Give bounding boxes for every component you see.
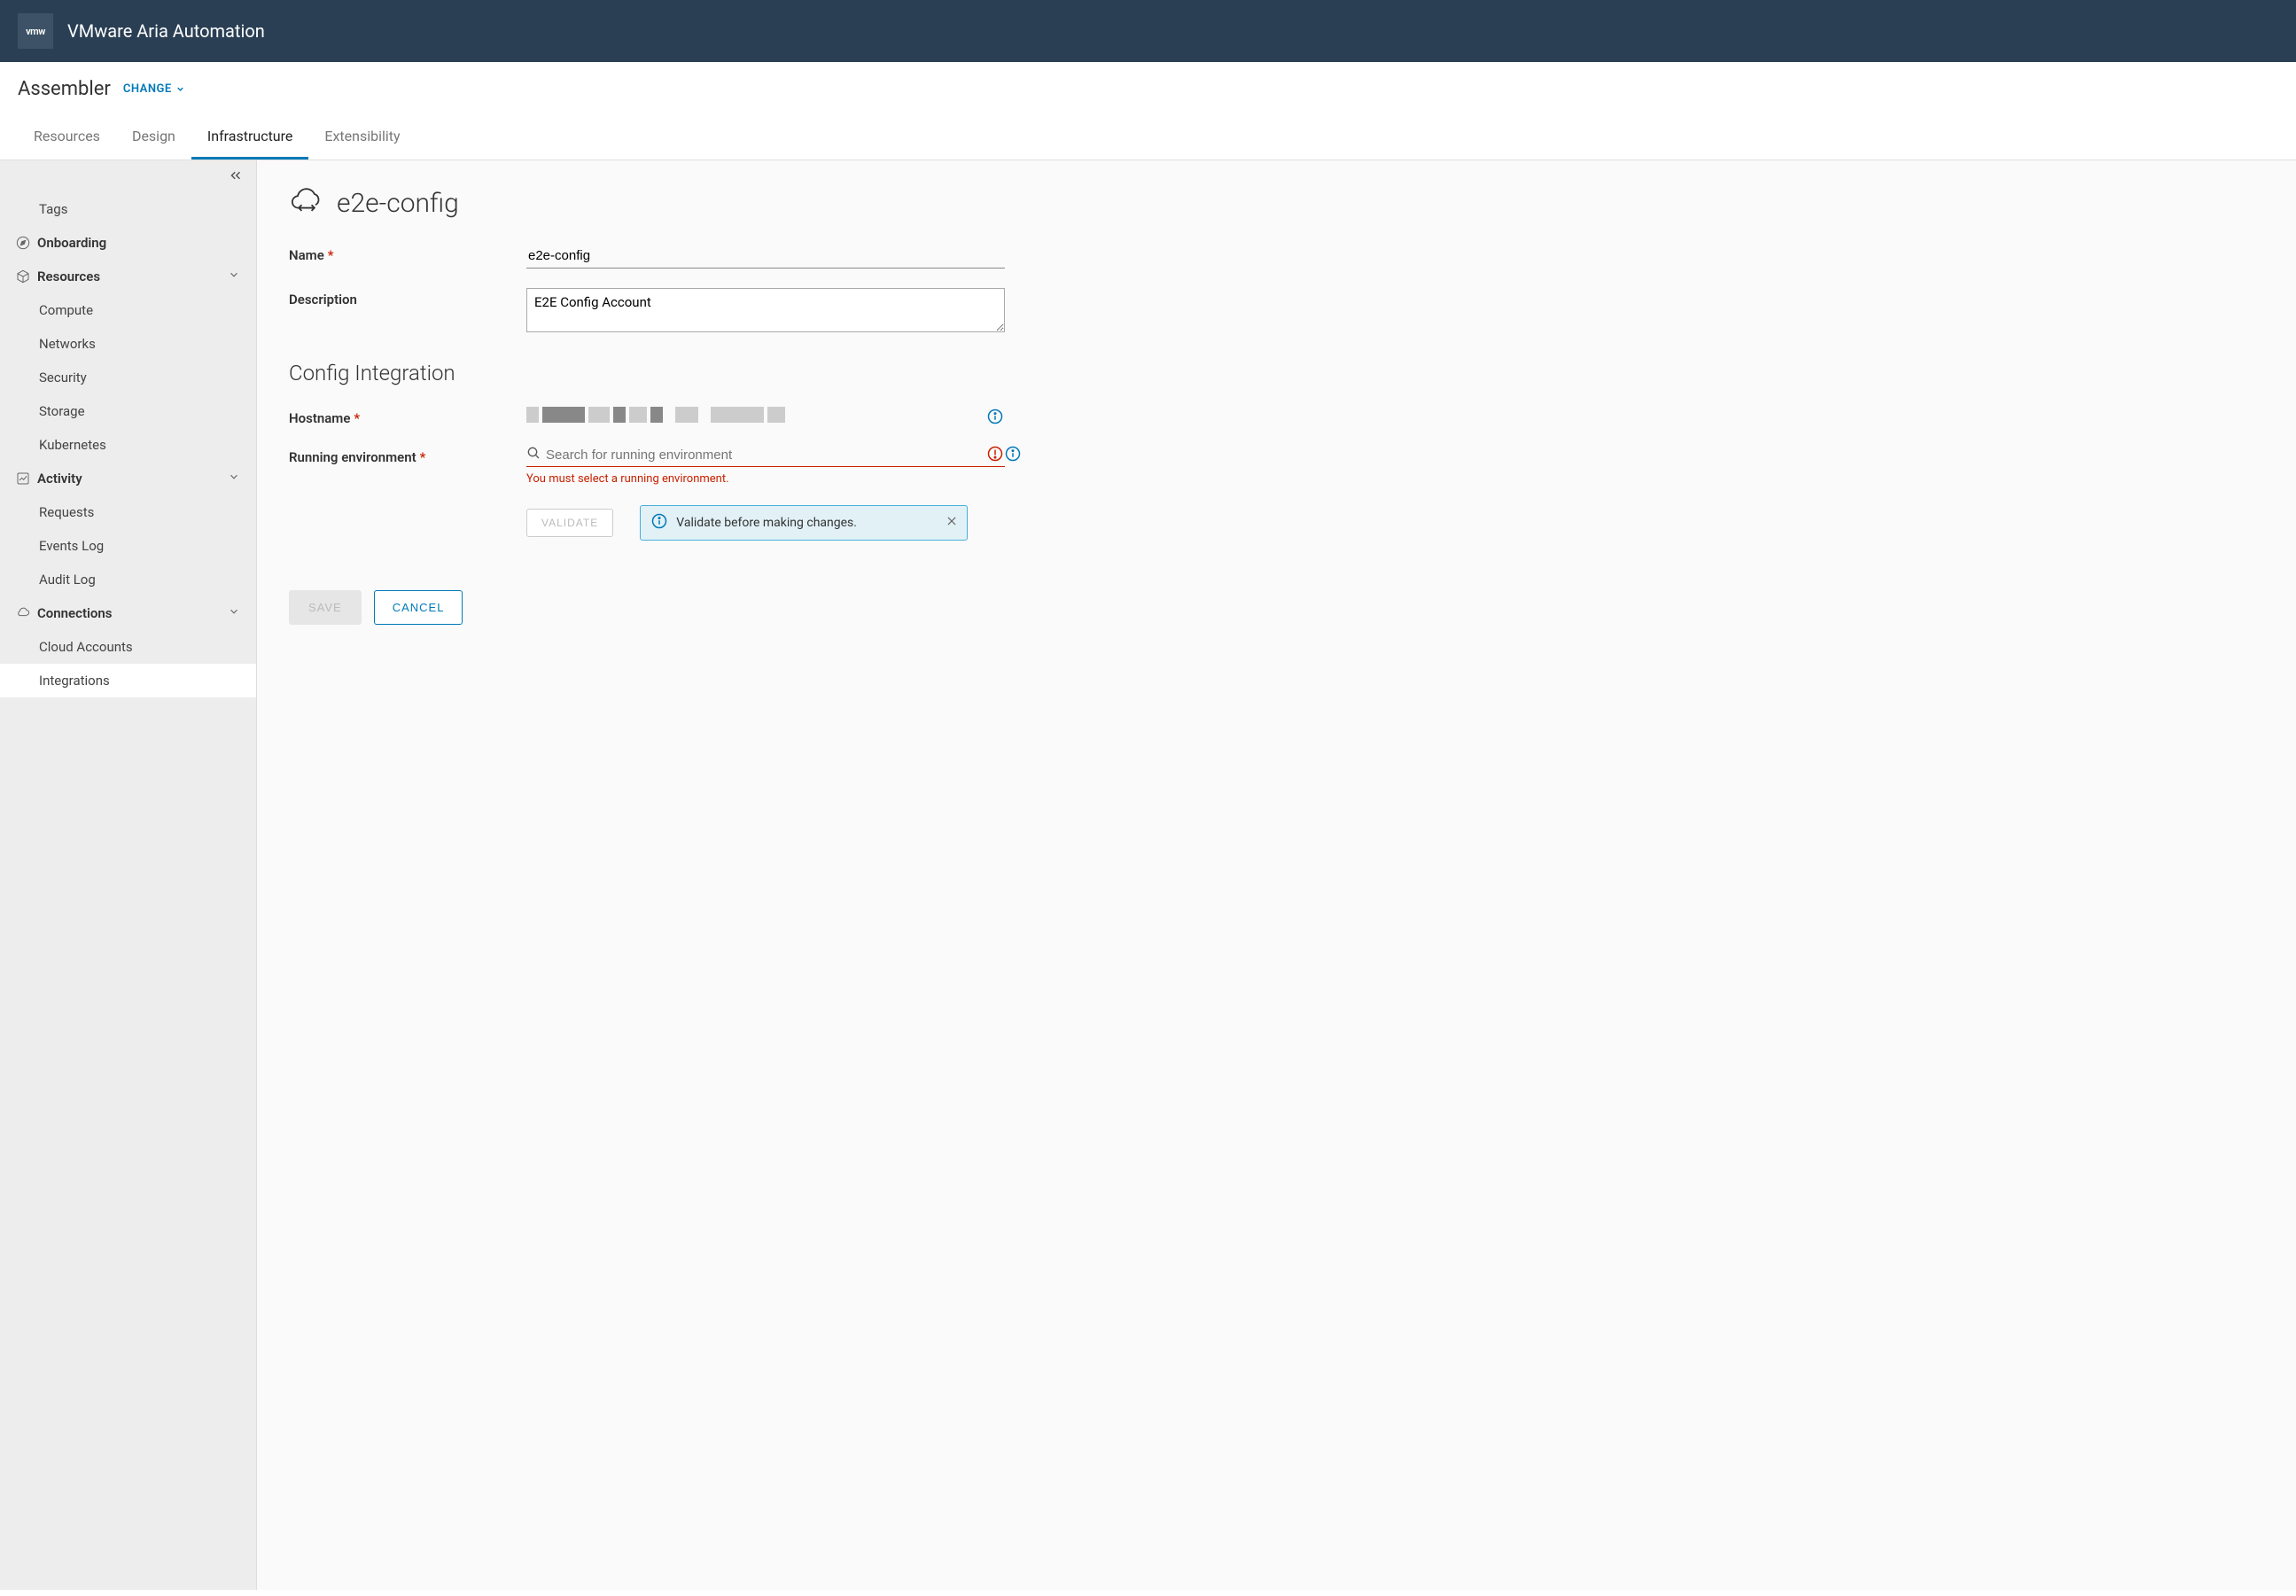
- product-name: VMware Aria Automation: [67, 20, 265, 42]
- tab-design[interactable]: Design: [116, 115, 191, 160]
- description-label: Description: [289, 288, 526, 308]
- cube-icon: [16, 269, 30, 284]
- sidebar-item-tags[interactable]: Tags: [0, 192, 256, 226]
- chevron-down-icon: [175, 84, 185, 94]
- sidebar: Tags Onboarding Resources: [0, 160, 257, 1590]
- hostname-label: Hostname*: [289, 407, 526, 426]
- info-icon[interactable]: [1005, 446, 1021, 462]
- cloud-sync-icon: [289, 185, 324, 221]
- sidebar-section-label: Onboarding: [37, 235, 106, 251]
- hostname-value-redacted: [526, 407, 785, 423]
- sidebar-section-activity[interactable]: Activity: [0, 462, 256, 495]
- sidebar-item-storage[interactable]: Storage: [0, 394, 256, 428]
- sidebar-item-security[interactable]: Security: [0, 361, 256, 394]
- alert-text: Validate before making changes.: [676, 516, 857, 530]
- module-title: Assembler: [18, 78, 111, 100]
- chevron-double-left-icon: [228, 167, 244, 183]
- tab-infrastructure[interactable]: Infrastructure: [191, 115, 308, 160]
- chart-line-icon: [16, 471, 30, 486]
- section-heading: Config Integration: [289, 361, 2264, 385]
- chevron-down-icon: [228, 471, 240, 487]
- app-header: vmw VMware Aria Automation: [0, 0, 2296, 62]
- name-input[interactable]: [526, 244, 1005, 269]
- compass-icon: [16, 236, 30, 250]
- chevron-down-icon: [228, 605, 240, 621]
- running-env-label: Running environment*: [289, 446, 526, 465]
- change-label: CHANGE: [123, 82, 172, 96]
- cancel-button[interactable]: CANCEL: [374, 590, 463, 625]
- sidebar-item-audit-log[interactable]: Audit Log: [0, 563, 256, 596]
- change-module-link[interactable]: CHANGE: [123, 82, 185, 96]
- sidebar-section-connections[interactable]: Connections: [0, 596, 256, 630]
- name-label: Name*: [289, 244, 526, 263]
- page-title: e2e-config: [337, 188, 459, 219]
- sidebar-item-integrations[interactable]: Integrations: [0, 664, 256, 697]
- error-icon: [987, 446, 1003, 462]
- sidebar-section-label: Connections: [37, 605, 112, 621]
- validate-button[interactable]: VALIDATE: [526, 509, 613, 537]
- sidebar-item-networks[interactable]: Networks: [0, 327, 256, 361]
- vmware-logo: vmw: [18, 13, 53, 49]
- sidebar-section-label: Activity: [37, 471, 82, 487]
- sidebar-collapse-button[interactable]: [222, 162, 249, 192]
- sidebar-item-cloud-accounts[interactable]: Cloud Accounts: [0, 630, 256, 664]
- sidebar-section-resources[interactable]: Resources: [0, 260, 256, 293]
- content-area: e2e-config Name* Description Config Inte…: [257, 160, 2296, 1590]
- close-icon[interactable]: [946, 515, 958, 531]
- info-icon: [651, 513, 667, 533]
- running-env-search-input[interactable]: [546, 448, 1005, 463]
- sidebar-item-kubernetes[interactable]: Kubernetes: [0, 428, 256, 462]
- sidebar-item-requests[interactable]: Requests: [0, 495, 256, 529]
- info-icon[interactable]: [987, 409, 1003, 424]
- save-button[interactable]: SAVE: [289, 590, 362, 625]
- search-icon: [526, 446, 541, 463]
- sidebar-item-compute[interactable]: Compute: [0, 293, 256, 327]
- tabs: Resources Design Infrastructure Extensib…: [0, 115, 2296, 160]
- sidebar-section-label: Resources: [37, 269, 100, 284]
- cloud-icon: [16, 606, 30, 620]
- validate-alert: Validate before making changes.: [640, 505, 968, 541]
- sidebar-section-onboarding[interactable]: Onboarding: [0, 226, 256, 260]
- chevron-down-icon: [228, 269, 240, 284]
- sidebar-item-events-log[interactable]: Events Log: [0, 529, 256, 563]
- tab-resources[interactable]: Resources: [18, 115, 116, 160]
- description-textarea[interactable]: [526, 288, 1005, 332]
- module-header: Assembler CHANGE: [0, 62, 2296, 115]
- tab-extensibility[interactable]: Extensibility: [308, 115, 416, 160]
- running-env-error: You must select a running environment.: [526, 472, 1005, 486]
